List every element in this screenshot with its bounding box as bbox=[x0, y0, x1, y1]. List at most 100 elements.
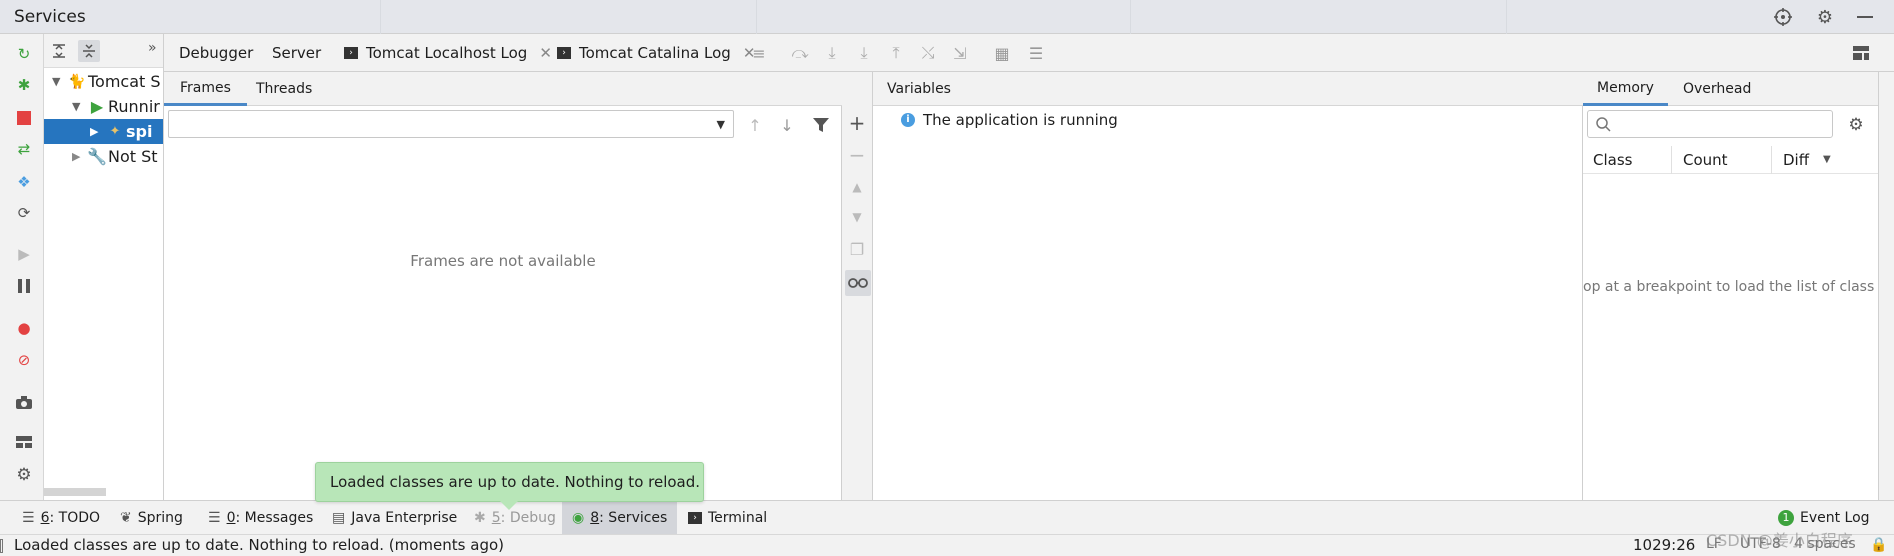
title-bar: Services ⚙ bbox=[0, 0, 1894, 34]
run-to-cursor-icon[interactable]: ⇲ bbox=[949, 42, 971, 64]
tool-label: : TODO bbox=[49, 510, 101, 526]
drop-frame-icon[interactable]: ⤯ bbox=[917, 42, 939, 64]
tree-node-not-started[interactable]: ▶ 🔧 Not St bbox=[44, 144, 163, 169]
tree-node-tomcat[interactable]: ▼ 🐈 Tomcat S bbox=[44, 69, 163, 94]
settings-icon[interactable]: ⚙ bbox=[13, 464, 35, 486]
rerun-icon[interactable]: ↻ bbox=[13, 43, 35, 65]
tool-label: : Services bbox=[599, 510, 668, 526]
glasses-icon[interactable] bbox=[845, 270, 871, 296]
tree-node-running[interactable]: ▼ ▶ Runnir bbox=[44, 94, 163, 119]
lock-icon[interactable]: 🔒 bbox=[1870, 537, 1887, 553]
add-icon[interactable]: + bbox=[846, 111, 868, 135]
col-count[interactable]: Count bbox=[1683, 151, 1728, 169]
collapse-arrow-icon[interactable]: ▶ bbox=[90, 125, 104, 138]
tab-frames[interactable]: Frames bbox=[164, 72, 247, 106]
expand-arrow-icon[interactable]: ▼ bbox=[52, 75, 66, 88]
chevron-down-icon: ▼ bbox=[716, 118, 725, 131]
debug-actions-strip: ↻ ✱ ⇄ ❖ ⟳ ▶ ● ⊘ ⚙ bbox=[0, 34, 44, 500]
toast-pointer bbox=[500, 501, 518, 510]
tree-label: Tomcat S bbox=[88, 72, 161, 91]
memory-empty-text: op at a breakpoint to load the list of c… bbox=[1583, 279, 1875, 295]
step-out-icon[interactable]: ⤒ bbox=[885, 42, 907, 64]
tab-server[interactable]: Server bbox=[272, 34, 321, 72]
frames-subtabs: Frames Threads bbox=[164, 72, 842, 106]
memory-settings-icon[interactable]: ⚙ bbox=[1845, 114, 1867, 136]
pause-icon[interactable] bbox=[13, 275, 35, 297]
trace-icon[interactable]: ☰ bbox=[1025, 42, 1047, 64]
step-into-icon[interactable]: ⤓ bbox=[821, 42, 843, 64]
gear-icon[interactable]: ⚙ bbox=[1814, 6, 1836, 28]
layout-icon[interactable] bbox=[13, 431, 35, 453]
class-search-input[interactable] bbox=[1587, 110, 1833, 138]
deploy-icon[interactable]: ❖ bbox=[13, 171, 35, 193]
tab-memory[interactable]: Memory bbox=[1583, 72, 1668, 106]
tab-localhost-log[interactable]: › Tomcat Localhost Log ✕ bbox=[344, 34, 552, 72]
force-step-into-icon[interactable]: ⤓ bbox=[853, 42, 875, 64]
restore-layout-icon[interactable] bbox=[1850, 42, 1872, 64]
running-message-text: The application is running bbox=[923, 111, 1118, 129]
tool-messages[interactable]: ☰ 0: Messages bbox=[208, 501, 313, 535]
arrow-up-icon[interactable]: ↑ bbox=[744, 114, 766, 136]
tab-label: Tomcat Catalina Log bbox=[579, 44, 731, 62]
services-icon: ◉ bbox=[572, 510, 585, 526]
remove-icon[interactable]: − bbox=[846, 143, 868, 167]
search-icon bbox=[1596, 117, 1611, 132]
tool-label: Terminal bbox=[708, 510, 768, 526]
panel-toggle-icon[interactable] bbox=[0, 539, 3, 553]
tool-terminal[interactable]: › Terminal bbox=[688, 501, 767, 535]
toast-message: Loaded classes are up to date. Nothing t… bbox=[330, 473, 701, 491]
crosshair-icon[interactable] bbox=[1772, 6, 1794, 28]
tab-overhead[interactable]: Overhead bbox=[1683, 72, 1751, 106]
close-icon[interactable]: ✕ bbox=[539, 44, 552, 62]
refresh-icon[interactable]: ⟳ bbox=[13, 202, 35, 224]
camera-icon[interactable] bbox=[13, 391, 35, 413]
collapse-arrow-icon[interactable]: ▶ bbox=[72, 150, 86, 163]
status-bar: Loaded classes are up to date. Nothing t… bbox=[0, 531, 1894, 556]
resume-icon[interactable]: ▶ bbox=[13, 243, 35, 265]
more-chevron-icon[interactable]: » bbox=[148, 40, 157, 56]
tab-catalina-log[interactable]: › Tomcat Catalina Log ✕ bbox=[557, 34, 755, 72]
debug-bug-icon[interactable]: ✱ bbox=[13, 74, 35, 96]
tomcat-icon: 🐈 bbox=[68, 73, 86, 90]
stop-icon[interactable] bbox=[13, 107, 35, 129]
move-down-icon[interactable]: ▼ bbox=[846, 206, 868, 228]
expand-all-icon[interactable] bbox=[48, 40, 70, 62]
terminal-icon: › bbox=[688, 512, 702, 524]
col-class[interactable]: Class bbox=[1593, 151, 1632, 169]
shortcut-number: 5 bbox=[491, 510, 501, 526]
mute-breakpoints-icon[interactable]: ⊘ bbox=[13, 349, 35, 371]
caret-position[interactable]: 1029:26 bbox=[1633, 536, 1695, 554]
title-divider bbox=[756, 0, 757, 34]
variables-panel: Variables i The application is running bbox=[873, 72, 1583, 500]
tab-debugger[interactable]: Debugger bbox=[179, 34, 253, 72]
title-divider bbox=[380, 0, 381, 34]
view-breakpoints-icon[interactable]: ● bbox=[13, 317, 35, 339]
horizontal-scrollbar[interactable] bbox=[44, 488, 106, 496]
variables-header: Variables bbox=[873, 72, 1583, 106]
move-up-icon[interactable]: ▲ bbox=[846, 176, 868, 198]
tree-node-app[interactable]: ▶ ✦ spi bbox=[44, 119, 163, 144]
tool-java-enterprise[interactable]: ▤ Java Enterprise bbox=[332, 501, 457, 535]
java-enterprise-icon: ▤ bbox=[332, 510, 346, 526]
filter-icon[interactable] bbox=[810, 114, 832, 136]
tab-threads[interactable]: Threads bbox=[256, 72, 312, 106]
thread-selector[interactable]: ▼ bbox=[168, 110, 734, 138]
class-table-header: Class Count Diff ▼ bbox=[1583, 146, 1878, 174]
expand-arrow-icon[interactable]: ▼ bbox=[72, 100, 86, 113]
event-count-badge: 1 bbox=[1778, 510, 1794, 526]
copy-icon[interactable]: ❐ bbox=[846, 238, 868, 260]
update-app-icon[interactable]: ⇄ bbox=[13, 138, 35, 160]
step-over-icon[interactable]: ⤼ bbox=[789, 42, 811, 64]
col-diff[interactable]: Diff bbox=[1783, 151, 1809, 169]
tool-todo[interactable]: ☰ 6: TODO bbox=[22, 501, 100, 535]
tool-spring[interactable]: ❦ Spring bbox=[120, 501, 183, 535]
minimize-icon[interactable] bbox=[1854, 6, 1876, 28]
tool-label: : Messages bbox=[235, 510, 314, 526]
tree-label: Not St bbox=[108, 147, 158, 166]
evaluate-icon[interactable]: ▦ bbox=[991, 42, 1013, 64]
arrow-down-icon[interactable]: ↓ bbox=[776, 114, 798, 136]
tool-services[interactable]: ◉ 8: Services bbox=[562, 501, 678, 535]
collapse-all-icon[interactable] bbox=[78, 40, 100, 62]
show-execution-point-icon[interactable]: ≡ bbox=[748, 42, 770, 64]
shortcut-number: 8 bbox=[590, 510, 600, 526]
